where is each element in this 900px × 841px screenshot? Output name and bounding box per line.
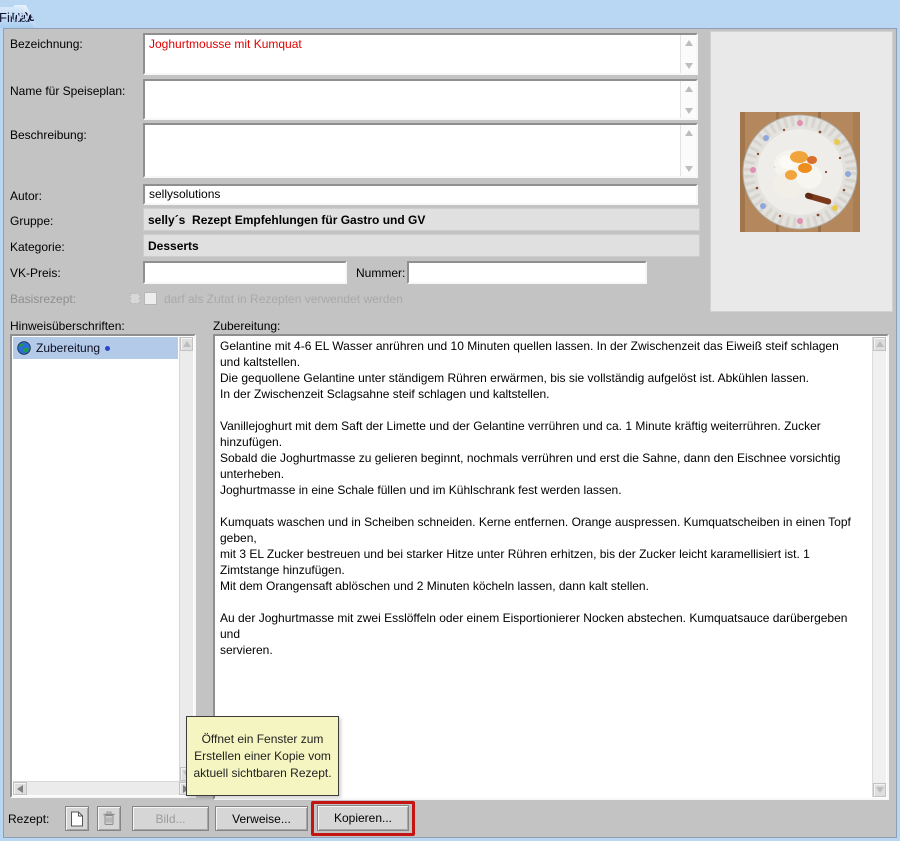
hinweis-label: Hinweisüberschriften: <box>10 319 125 333</box>
list-item-label: Zubereitung <box>36 341 100 355</box>
beschreibung-scrollbar[interactable] <box>680 125 696 176</box>
bezeichnung-value: Joghurtmousse mit Kumquat <box>149 37 678 71</box>
tab-bar: Rezept Zutaten Nährwerte Zusatzstoffe Al… <box>0 0 900 28</box>
bezeichnung-field[interactable]: Joghurtmousse mit Kumquat <box>143 33 698 75</box>
list-horizontal-scrollbar[interactable] <box>13 781 193 795</box>
bild-button[interactable]: Bild... <box>132 806 209 831</box>
nummer-label: Nummer: <box>356 266 405 280</box>
beschreibung-value <box>149 127 678 174</box>
vk-preis-value <box>149 265 341 280</box>
textarea-vertical-scrollbar[interactable] <box>872 337 886 797</box>
basisrezept-label: Basisrezept: <box>10 292 76 306</box>
globe-icon <box>17 341 31 355</box>
footer-rezept-label: Rezept: <box>8 812 49 826</box>
speiseplan-field[interactable] <box>143 79 698 120</box>
hinweis-list[interactable]: Zubereitung <box>10 334 196 798</box>
scroll-up-icon[interactable] <box>180 337 193 351</box>
kategorie-label: Kategorie: <box>10 240 65 254</box>
delete-recipe-button[interactable] <box>97 806 121 831</box>
scroll-up-icon[interactable] <box>873 337 886 351</box>
basisrezept-focus-box <box>130 293 140 304</box>
speiseplan-value <box>149 83 678 116</box>
basisrezept-checkbox[interactable] <box>144 292 157 305</box>
scroll-down-icon[interactable] <box>681 162 696 175</box>
recipe-photo <box>740 112 860 232</box>
gruppe-value: selly´s Rezept Empfehlungen für Gastro u… <box>143 208 700 231</box>
beschreibung-label: Beschreibung: <box>10 128 87 142</box>
vk-preis-field[interactable] <box>143 261 347 284</box>
new-document-icon <box>70 811 84 827</box>
modified-dot-icon <box>105 346 110 351</box>
speiseplan-label: Name für Speiseplan: <box>10 84 125 98</box>
scroll-down-icon[interactable] <box>681 104 696 117</box>
autor-field[interactable]: sellysolutions <box>143 184 698 205</box>
scroll-down-icon[interactable] <box>681 59 696 72</box>
scroll-up-icon[interactable] <box>681 126 696 139</box>
scroll-down-icon[interactable] <box>873 783 886 797</box>
trash-icon <box>102 811 116 826</box>
scroll-up-icon[interactable] <box>681 82 696 95</box>
nummer-field[interactable] <box>407 261 647 284</box>
zubereitung-label: Zubereitung: <box>213 319 280 333</box>
kopieren-button[interactable]: Kopieren... <box>317 805 409 831</box>
list-vertical-scrollbar[interactable] <box>179 337 193 781</box>
speiseplan-scrollbar[interactable] <box>680 81 696 118</box>
verweise-button[interactable]: Verweise... <box>215 806 308 831</box>
autor-value: sellysolutions <box>149 187 692 201</box>
gruppe-label: Gruppe: <box>10 214 53 228</box>
list-item-zubereitung[interactable]: Zubereitung <box>13 337 178 359</box>
scroll-left-icon[interactable] <box>13 782 27 795</box>
bezeichnung-label: Bezeichnung: <box>10 37 83 51</box>
beschreibung-field[interactable] <box>143 123 698 178</box>
kopieren-tooltip: Öffnet ein Fenster zum Erstellen einer K… <box>186 716 339 796</box>
bezeichnung-scrollbar[interactable] <box>680 35 696 73</box>
basisrezept-checkbox-label: darf als Zutat in Rezepten verwendet wer… <box>164 292 403 306</box>
autor-label: Autor: <box>10 189 42 203</box>
nummer-value <box>413 265 641 280</box>
scroll-up-icon[interactable] <box>681 36 696 49</box>
new-recipe-button[interactable] <box>65 806 89 831</box>
kategorie-value: Desserts <box>143 234 700 257</box>
vk-preis-label: VK-Preis: <box>10 266 61 280</box>
